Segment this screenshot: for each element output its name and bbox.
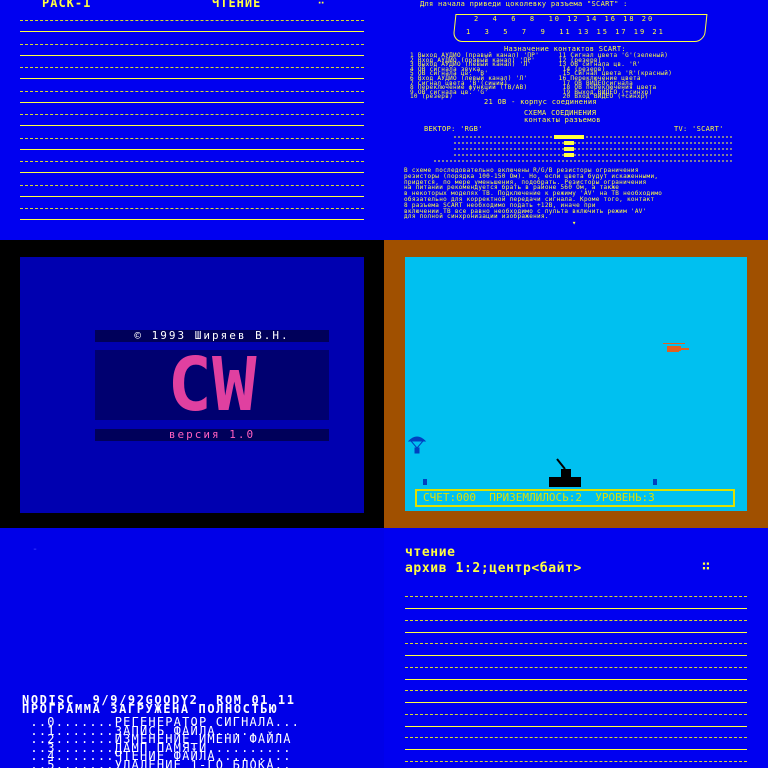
gun-turret-icon	[549, 458, 581, 487]
dotted-line	[20, 137, 364, 140]
pack-title: PACK-1	[42, 0, 92, 10]
menu-item[interactable]: ..5.......УДАЛЕНИЕ 1-ГО БЛОКА..	[22, 758, 292, 768]
dotted-line	[20, 114, 364, 116]
level-label: УРОВЕНЬ:3	[595, 491, 655, 504]
cassette-icon: ∷	[702, 559, 711, 574]
solid-line	[20, 148, 364, 150]
pins-top: 2 4 6 8 10 12 14 16 18 20	[474, 15, 655, 23]
dotted-line	[20, 43, 364, 46]
menu-key: 5	[47, 758, 56, 768]
solid-line	[20, 31, 364, 32]
dotted-line	[20, 90, 364, 93]
dotted-line	[20, 67, 364, 69]
panel-pack-reading: PACK-1 ЧТЕНИЕ ∷	[0, 0, 384, 240]
solid-line	[20, 54, 364, 56]
solid-line	[20, 125, 364, 126]
cw-logo: CW	[95, 342, 329, 428]
pins-bottom: 1 3 5 7 9 11 13 15 17 19 21	[466, 28, 665, 36]
dotted-line	[405, 619, 747, 622]
game-field: СЧЕТ:000 ПРИЗЕМЛИЛОСЬ:2 УРОВЕНЬ:3	[405, 257, 747, 511]
solid-line	[405, 608, 747, 609]
panel-game: СЧЕТ:000 ПРИЗЕМЛИЛОСЬ:2 УРОВЕНЬ:3	[384, 240, 768, 528]
ground-note: 21 ОВ - корпус соединения	[484, 98, 597, 106]
helicopter-icon	[663, 343, 689, 352]
solid-line	[20, 195, 364, 197]
panel-cw-splash: © 1993 Ширяев В.Н. CW версия 1.0	[0, 240, 384, 528]
paragraph-line: для полной синхронизации изображения.	[404, 213, 549, 221]
dotted-line	[20, 184, 364, 187]
dotted-line	[20, 161, 364, 163]
version-label: версия 1.0	[95, 429, 329, 441]
menu-label: УДАЛЕНИЕ 1-ГО БЛОКА..	[114, 758, 292, 768]
dotted-line	[20, 20, 364, 22]
dotted-line	[405, 666, 747, 669]
cassette-icon: ∷	[318, 0, 326, 7]
game-scene	[407, 343, 689, 487]
solid-line	[405, 749, 747, 750]
solid-line	[405, 725, 747, 727]
vector-label: ВЕКТОР: 'RGB'	[424, 125, 483, 133]
solid-line	[405, 678, 747, 680]
tv-label: TV: 'SCART'	[674, 125, 724, 133]
dotted-line	[405, 760, 747, 763]
solid-line	[20, 101, 364, 103]
loaded-line: ПРОГРАММА ЗАГРУЖЕНА ПОЛНОСТЬЮ	[22, 702, 278, 716]
screenshot-grid: PACK-1 ЧТЕНИЕ ∷ Для начала приведи цокол…	[0, 0, 768, 768]
score-label: СЧЕТ:000	[423, 491, 476, 504]
parachutist-icon	[407, 436, 427, 454]
solid-line	[405, 631, 747, 633]
dotted-line	[20, 208, 364, 210]
landed-label: ПРИЗЕМЛИЛОСЬ:2	[489, 491, 582, 504]
doc-intro: Для начала приведи цоколевку разъема "SC…	[420, 0, 628, 8]
dotted-line	[405, 737, 747, 739]
soldier-icon	[423, 479, 657, 485]
solid-line	[20, 78, 364, 79]
splash-screen: © 1993 Ширяев В.Н. CW версия 1.0	[20, 257, 364, 513]
dotted-line	[405, 713, 747, 716]
panel-archive-reading: чтение архив 1:2;центр<байт> ∷	[384, 528, 768, 768]
status-bar: СЧЕТ:000 ПРИЗЕМЛИЛОСЬ:2 УРОВЕНЬ:3	[415, 489, 735, 507]
dotted-line	[405, 596, 747, 598]
panel-tape-menu: - NODISC 9/9/92GOODY2 ROM 01 11 ПРОГРАММ…	[0, 528, 384, 768]
panel-scart-doc: Для начала приведи цоколевку разъема "SC…	[384, 0, 768, 240]
arrow-down-icon: ▾	[572, 219, 577, 227]
copyright: © 1993 Ширяев В.Н.	[95, 330, 329, 342]
dotted-line	[405, 643, 747, 645]
solid-line	[405, 655, 747, 656]
solid-line	[405, 702, 747, 703]
dotted-line	[405, 690, 747, 692]
menu-leader: ..	[22, 758, 48, 768]
logo-text: CW	[167, 342, 257, 428]
cursor-mark: -	[32, 544, 39, 555]
menu-leader: .......	[55, 758, 115, 768]
archive-title: чтение	[405, 545, 456, 560]
solid-line	[20, 172, 364, 173]
archive-subtitle: архив 1:2;центр<байт>	[405, 561, 582, 576]
scheme-sub: контакты разъемов	[524, 116, 601, 124]
wiring-diagram	[434, 135, 734, 162]
solid-line	[20, 219, 364, 220]
reading-title: ЧТЕНИЕ	[212, 0, 262, 10]
